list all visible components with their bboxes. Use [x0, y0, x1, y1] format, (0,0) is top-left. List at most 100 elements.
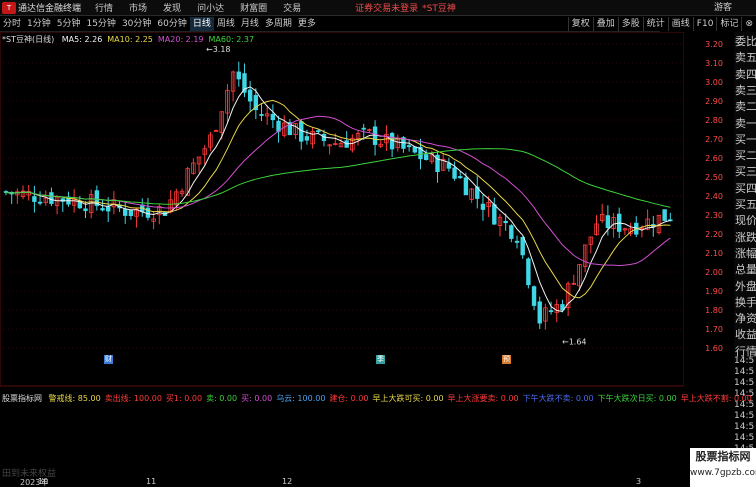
side-label-4[interactable]: 卖二 — [735, 101, 756, 113]
period-tab-5[interactable]: 60分钟 — [154, 17, 189, 31]
event-marker-1[interactable]: 季 — [376, 355, 385, 364]
toolbar-button-4[interactable]: 画线 — [667, 17, 693, 31]
candle-body — [247, 89, 253, 102]
menu-wealth[interactable]: 财富圈 — [240, 1, 267, 14]
period-tab-6[interactable]: 日线 — [189, 16, 214, 31]
side-label-12[interactable]: 涨跌 — [735, 231, 756, 244]
guest-label[interactable]: 游客 — [714, 0, 732, 16]
side-label-5[interactable]: 卖一 — [735, 117, 756, 130]
period-tab-1[interactable]: 1分钟 — [24, 17, 54, 31]
indicator-value-11: 早上大跌不割: 0.00 — [680, 394, 752, 403]
price-tick-label: 2.00 — [705, 268, 723, 277]
side-label-18[interactable]: 收益 — [735, 329, 756, 341]
indicator-value-4: 买: 0.00 — [241, 394, 273, 403]
side-label-7[interactable]: 买二 — [735, 150, 756, 162]
side-label-17[interactable]: 净资 — [735, 313, 756, 325]
menu-trade[interactable]: 交易 — [283, 1, 301, 14]
indicator-value-9: 下午大跌不卖: 0.00 — [522, 394, 594, 403]
top-menu-bar: T 通达信金融终端 行情 市场 发现 问小达 财富圈 交易 证券交易未登录 *S… — [0, 0, 756, 16]
side-label-16[interactable]: 换手 — [735, 296, 756, 309]
side-label-8[interactable]: 买三 — [735, 166, 756, 178]
candle-body — [548, 310, 554, 313]
tick-time-7: 14:5 — [734, 433, 755, 443]
price-tick-label: 3.00 — [705, 78, 723, 87]
watermark-url: www.7gpzb.com — [690, 468, 756, 478]
period-tab-10[interactable]: 更多 — [295, 17, 319, 31]
candle-body — [49, 192, 54, 204]
ma-line-1 — [5, 99, 671, 299]
menu-quotes[interactable]: 行情 — [95, 1, 113, 14]
menu-ask[interactable]: 问小达 — [197, 1, 224, 14]
menu-market[interactable]: 市场 — [129, 1, 147, 14]
candle-body — [372, 126, 378, 145]
toolbar-button-3[interactable]: 统计 — [642, 17, 668, 31]
indicator-name[interactable]: 股票指标网 — [2, 394, 42, 403]
price-tick-label: 2.80 — [705, 116, 723, 125]
tick-time-0: 14:5 — [734, 356, 755, 366]
price-tick-label: 2.10 — [705, 249, 723, 258]
indicator-value-5: 乌云: 100.00 — [276, 394, 326, 403]
quote-side-panel: 委比 卖五 卖四 卖三 卖二 卖一 买一 买二 买三 买四 买五 现价 涨跌 涨幅 总量 外盘 换手 净资 收益 行情 — [734, 32, 756, 362]
side-label-10[interactable]: 买五 — [735, 199, 756, 211]
date-label-1: 11 — [146, 477, 157, 486]
candle-body — [458, 176, 463, 179]
candle-body — [37, 201, 43, 204]
price-tick-label: 1.90 — [705, 287, 723, 296]
side-label-6[interactable]: 买一 — [735, 133, 756, 146]
price-tick-label: 2.50 — [705, 173, 723, 182]
toolbar-button-5[interactable]: F10 — [692, 17, 717, 31]
kline-chart[interactable]: ←3.18←1.64↓↓↓↓↓↓↓ — [0, 32, 684, 388]
candle-body — [520, 236, 525, 256]
bottom-ghost-text: 田到未来权益 — [2, 469, 57, 479]
period-tab-9[interactable]: 多周期 — [262, 17, 295, 31]
login-notice[interactable]: 证券交易未登录 — [355, 1, 418, 14]
side-label-3[interactable]: 卖三 — [735, 84, 756, 97]
event-marker-0[interactable]: 财 — [104, 355, 113, 364]
period-tab-3[interactable]: 15分钟 — [83, 17, 118, 31]
price-tick-label: 2.40 — [705, 192, 723, 201]
toolbar-button-0[interactable]: 复权 — [567, 17, 593, 31]
side-label-0[interactable]: 委比 — [735, 36, 756, 48]
side-label-9[interactable]: 买四 — [735, 182, 756, 195]
side-label-14[interactable]: 总量 — [735, 264, 756, 276]
toolbar-button-1[interactable]: 叠加 — [592, 17, 618, 31]
right-toolbar: 复权 叠加 多股 统计 画线 F10 标记 ⊗ — [528, 16, 756, 32]
indicator-value-2: 买1: 0.00 — [165, 394, 203, 403]
high-price-label: ←3.18 — [206, 45, 231, 54]
side-label-13[interactable]: 涨幅 — [735, 247, 756, 260]
period-tab-2[interactable]: 5分钟 — [54, 17, 84, 31]
candle-body — [123, 208, 128, 216]
toolbar-button-6[interactable]: 标记 — [716, 17, 741, 31]
candle-body — [452, 167, 457, 179]
period-tab-7[interactable]: 周线 — [214, 17, 238, 31]
menu-discover[interactable]: 发现 — [163, 1, 181, 14]
price-tick-label: 2.60 — [705, 154, 723, 163]
price-tick-label: 1.80 — [705, 306, 723, 315]
indicator-legend: 股票指标网 警戒线: 85.00 卖出线: 100.00 买1: 0.00 卖: 0.… — [2, 393, 756, 404]
side-label-11[interactable]: 现价 — [735, 215, 756, 227]
period-tab-0[interactable]: 分时 — [0, 17, 24, 31]
candle-body — [316, 130, 321, 133]
candle-body — [270, 114, 276, 121]
candle-body — [480, 203, 486, 210]
watermark: 股票指标网 www.7gpzb.com — [690, 448, 756, 487]
candle-body — [463, 177, 469, 196]
low-price-label: ←1.64 — [562, 337, 587, 346]
side-label-2[interactable]: 卖四 — [735, 68, 756, 81]
event-marker-2[interactable]: 预 — [502, 355, 511, 364]
indicator-value-1: 卖出线: 100.00 — [104, 394, 162, 403]
side-label-1[interactable]: 卖五 — [735, 52, 756, 64]
stock-title: *ST豆神 — [422, 4, 456, 14]
toolbar-button-7[interactable]: ⊗ — [741, 17, 756, 31]
candle-body — [537, 301, 542, 324]
period-tab-8[interactable]: 月线 — [238, 17, 262, 31]
indicator-value-7: 早上大跌可买: 0.00 — [372, 394, 444, 403]
price-tick-label: 2.30 — [705, 211, 723, 220]
date-axis: 10 11 12 2023年 3 — [0, 477, 684, 487]
side-label-15[interactable]: 外盘 — [735, 280, 756, 293]
period-tab-4[interactable]: 30分钟 — [119, 17, 154, 31]
candle-body — [406, 145, 412, 148]
toolbar-button-2[interactable]: 多股 — [617, 17, 643, 31]
candle-body — [662, 209, 667, 221]
candle-body — [361, 127, 366, 130]
